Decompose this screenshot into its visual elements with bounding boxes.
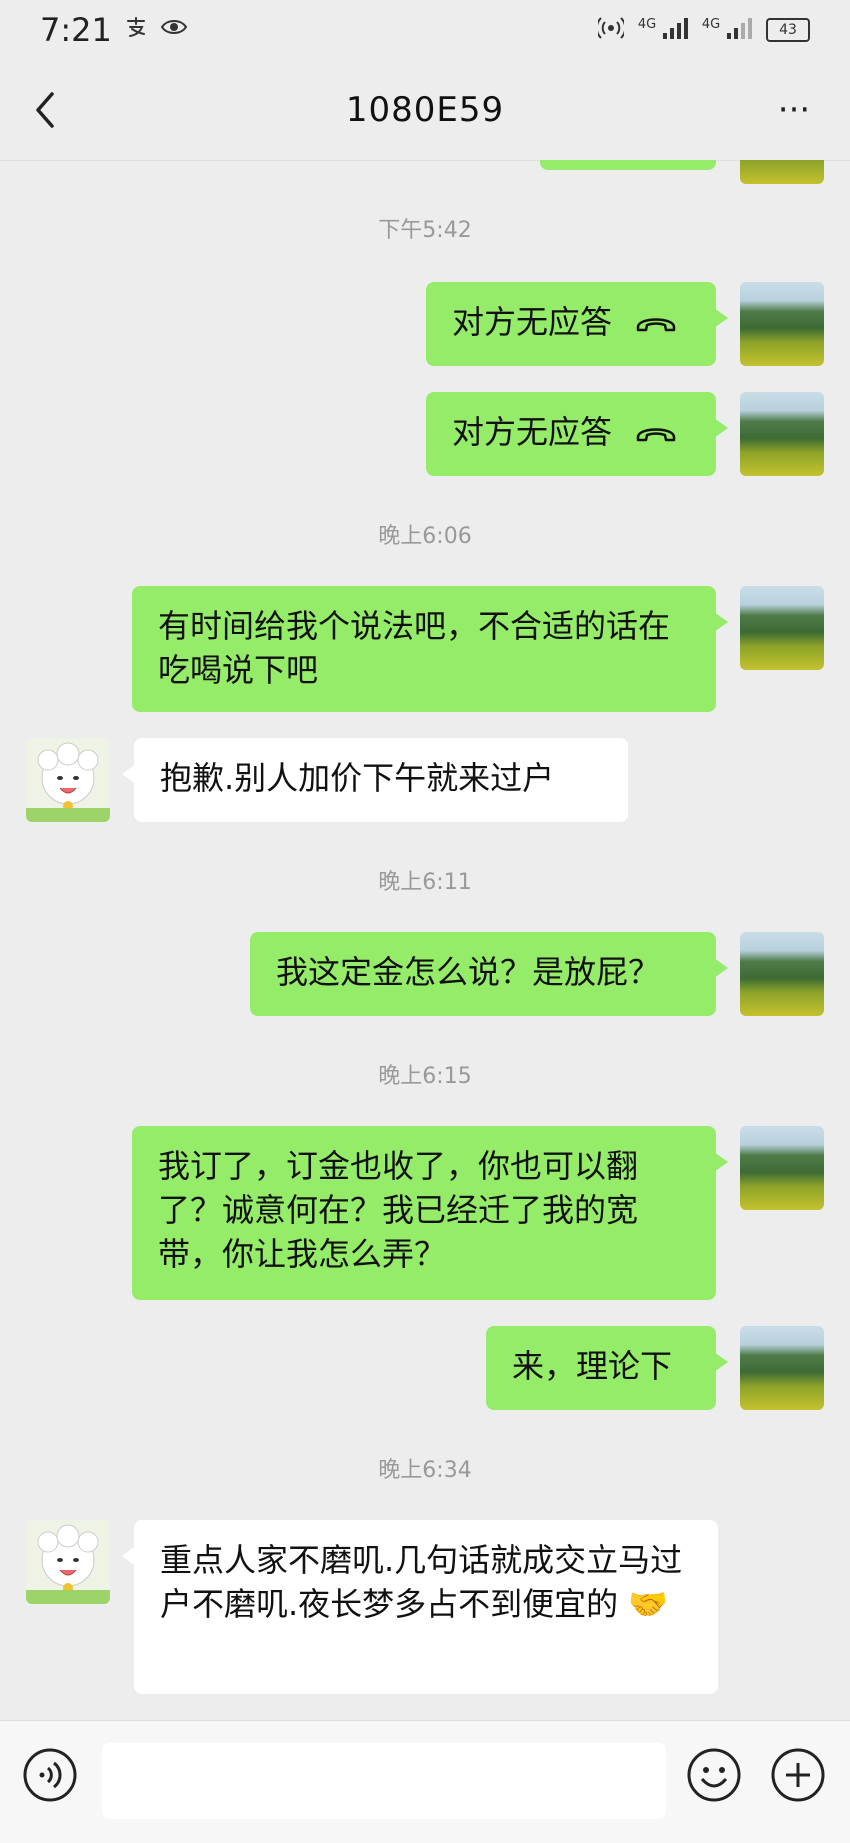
message-bubble[interactable]: 我订了，订金也收了，你也可以翻了？诚意何在？我已经迁了我的宽带，你让我怎么弄？ bbox=[132, 1126, 728, 1300]
emoji-button[interactable] bbox=[686, 1747, 742, 1803]
sheep-avatar-icon bbox=[26, 738, 110, 822]
timestamp: 晚上6:11 bbox=[378, 870, 472, 895]
message-bubble[interactable]: 有时间给我个说法吧，不合适的话在吃喝说下吧 bbox=[132, 586, 728, 712]
status-left: 7:21 bbox=[40, 11, 188, 49]
signal-4g-icon: 4G bbox=[638, 17, 688, 44]
message-text: 对方无应答 bbox=[452, 413, 613, 451]
status-right: 4G 4G 43 bbox=[595, 16, 810, 45]
timestamp: 晚上6:06 bbox=[378, 524, 472, 549]
message-text: 来，理论下 bbox=[512, 1347, 673, 1385]
signal-4g-icon: 4G bbox=[702, 17, 752, 44]
avatar[interactable] bbox=[740, 1326, 824, 1410]
message-bubble[interactable]: 我这定金怎么说？是放屁？ bbox=[250, 932, 728, 1016]
back-button[interactable] bbox=[26, 88, 66, 132]
avatar[interactable] bbox=[26, 1520, 110, 1604]
message-bubble[interactable]: 来，理论下 bbox=[486, 1326, 728, 1410]
message-text: 抱歉.别人加价下午就来过户 bbox=[160, 759, 555, 797]
hangup-icon bbox=[634, 412, 678, 456]
avatar[interactable] bbox=[740, 392, 824, 476]
message-text: 对方无应答 bbox=[452, 303, 613, 341]
status-bar: 7:21 4G 4G 43 bbox=[0, 0, 850, 60]
message-text: 我订了，订金也收了，你也可以翻了？诚意何在？我已经迁了我的宽带，你让我怎么弄？ bbox=[158, 1147, 639, 1273]
partial-bubble bbox=[540, 160, 716, 170]
voice-button[interactable] bbox=[22, 1747, 78, 1803]
avatar[interactable] bbox=[740, 282, 824, 366]
alipay-icon bbox=[124, 15, 148, 45]
message-text: 我这定金怎么说？是放屁？ bbox=[276, 953, 661, 991]
timestamp: 晚上6:15 bbox=[378, 1064, 472, 1089]
hotspot-icon bbox=[595, 16, 627, 45]
avatar[interactable] bbox=[740, 586, 824, 670]
status-time: 7:21 bbox=[40, 11, 112, 49]
message-bubble[interactable]: 重点人家不磨叽.几句话就成交立马过户不磨叽.夜长梦多占不到便宜的 🤝 bbox=[122, 1520, 718, 1694]
battery-icon: 43 bbox=[766, 18, 810, 42]
eye-icon bbox=[160, 17, 188, 43]
sheep-avatar-icon bbox=[26, 1520, 110, 1604]
chat-title: 1080E59 bbox=[345, 90, 505, 130]
chevron-left-icon bbox=[36, 92, 54, 128]
battery-level: 43 bbox=[779, 22, 797, 38]
plus-button[interactable] bbox=[770, 1747, 826, 1803]
more-button[interactable]: ··· bbox=[768, 90, 820, 130]
message-bubble[interactable]: 抱歉.别人加价下午就来过户 bbox=[122, 738, 628, 822]
plus-icon bbox=[771, 1748, 825, 1802]
message-input[interactable] bbox=[102, 1743, 666, 1819]
avatar[interactable] bbox=[740, 1126, 824, 1210]
handshake-emoji: 🤝 bbox=[628, 1585, 669, 1623]
avatar[interactable] bbox=[740, 160, 824, 184]
input-bar bbox=[0, 1720, 850, 1843]
voice-icon bbox=[23, 1748, 77, 1802]
chat-area[interactable]: 下午5:42 对方无应答 对方无应答 晚上6:06 有时间给我个说法吧，不合适的… bbox=[0, 160, 850, 1720]
more-dots-icon: ··· bbox=[777, 90, 811, 130]
avatar[interactable] bbox=[26, 738, 110, 822]
timestamp: 下午5:42 bbox=[378, 218, 472, 243]
message-bubble[interactable]: 对方无应答 bbox=[426, 392, 728, 476]
avatar[interactable] bbox=[740, 932, 824, 1016]
message-text: 有时间给我个说法吧，不合适的话在吃喝说下吧 bbox=[158, 607, 671, 689]
sim1-label: 4G bbox=[637, 16, 657, 32]
hangup-icon bbox=[634, 302, 678, 346]
chat-header: 1080E59 ··· bbox=[0, 60, 850, 161]
emoji-icon bbox=[687, 1748, 741, 1802]
message-text: 重点人家不磨叽.几句话就成交立马过户不磨叽.夜长梦多占不到便宜的 bbox=[160, 1541, 683, 1623]
timestamp: 晚上6:34 bbox=[378, 1458, 472, 1483]
sim2-label: 4G bbox=[701, 16, 721, 32]
message-bubble[interactable]: 对方无应答 bbox=[426, 282, 728, 366]
